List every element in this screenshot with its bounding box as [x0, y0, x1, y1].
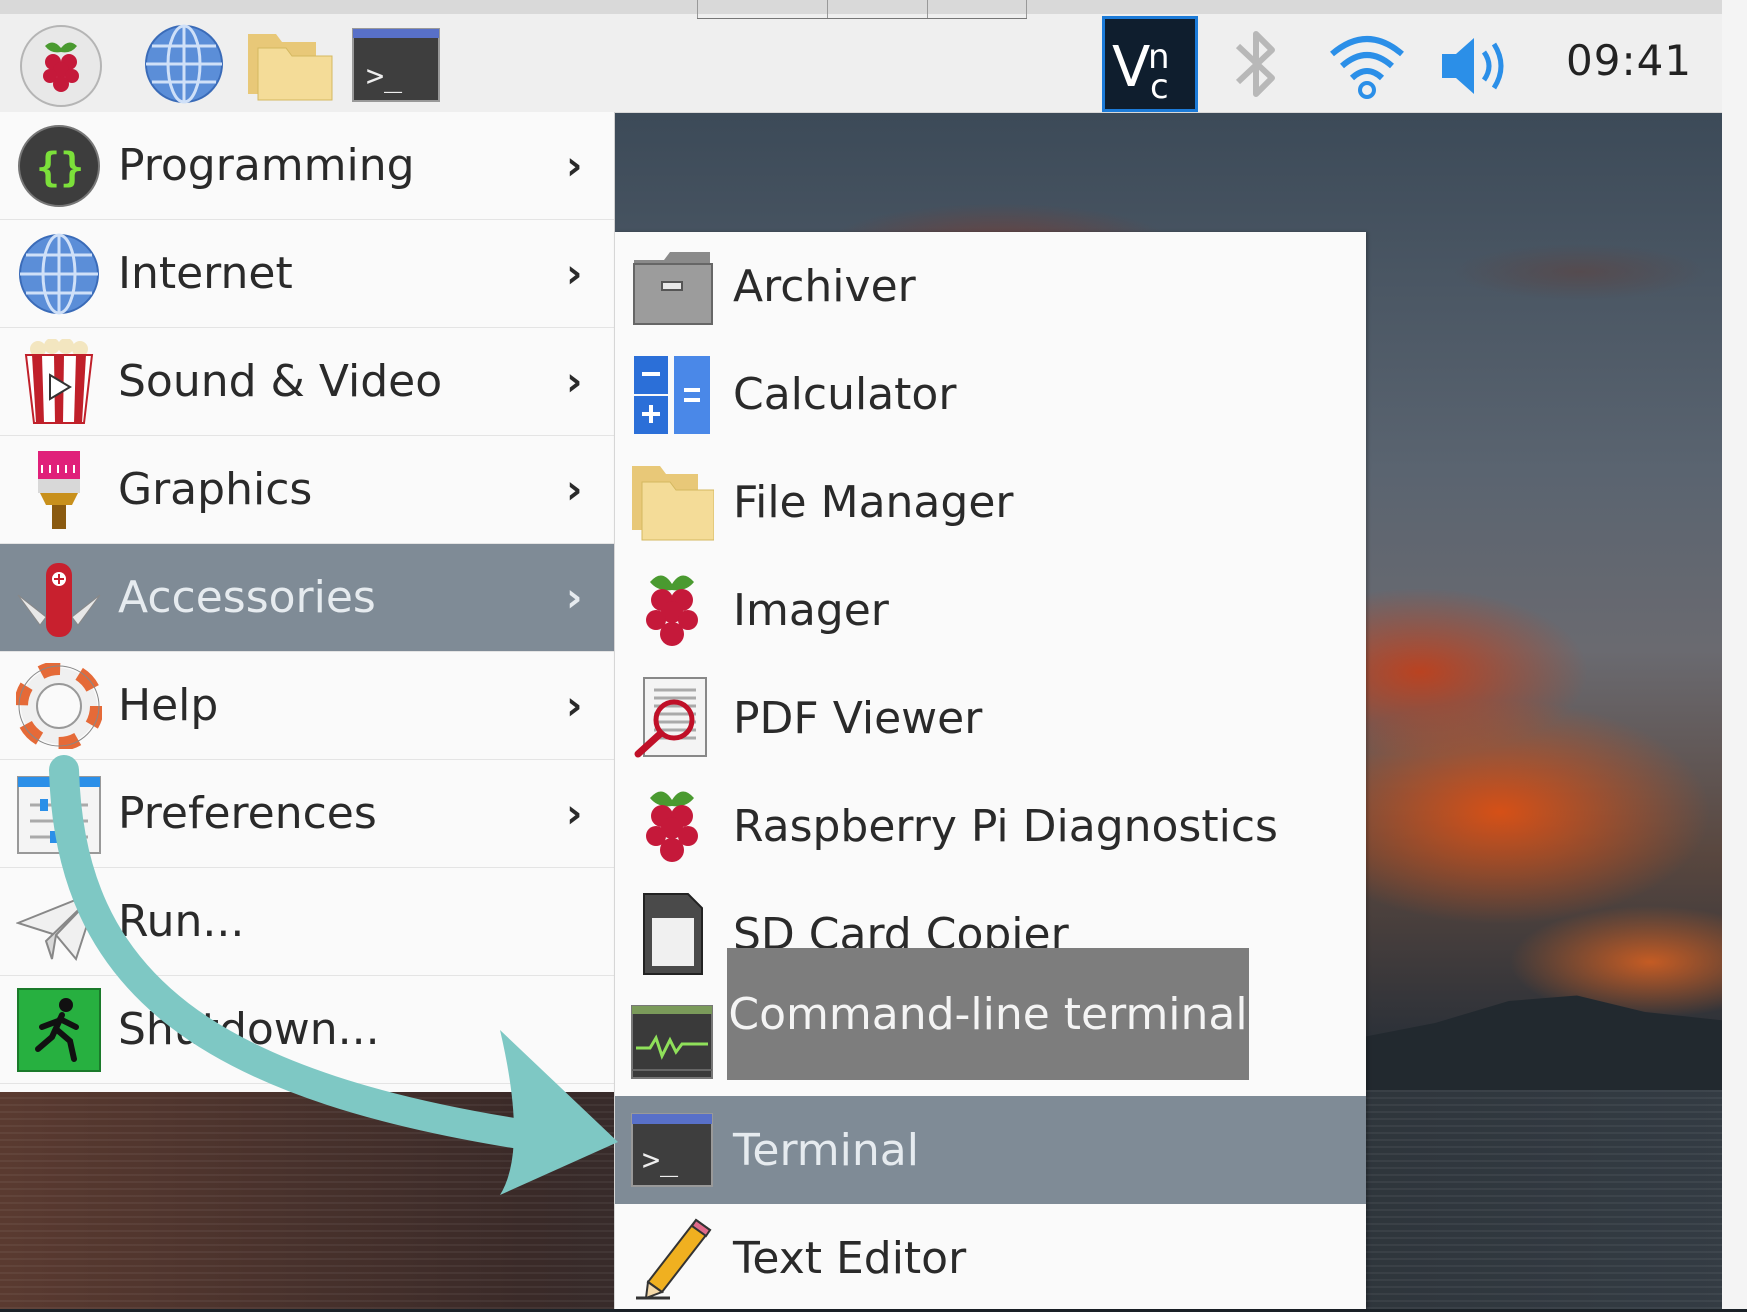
terminal-tooltip: Command-line terminal [727, 948, 1249, 1080]
submenu-item-archiver[interactable]: Archiver [615, 232, 1366, 340]
menu-item-label: Run... [118, 896, 245, 947]
menu-item-label: Programming [118, 140, 415, 191]
clock[interactable]: 09:41 [1566, 36, 1692, 85]
file-manager-icon [632, 466, 714, 541]
svg-text:{}: {} [36, 145, 84, 191]
main-menu: {} Programming › Internet › Sound & Vide… [0, 112, 615, 1092]
sound-video-icon [24, 338, 94, 424]
svg-text:>_: >_ [642, 1143, 679, 1178]
sd-card-icon [643, 893, 703, 975]
menu-item-internet[interactable]: Internet › [0, 220, 614, 328]
menu-item-label: Preferences [118, 788, 377, 839]
submenu-item-label: Archiver [733, 260, 916, 312]
run-icon [16, 888, 100, 961]
menu-item-label: Sound & Video [118, 356, 443, 407]
submenu-item-imager[interactable]: Imager [615, 556, 1366, 664]
task-manager-icon [631, 1005, 713, 1079]
submenu-item-calculator[interactable]: Calculator [615, 340, 1366, 448]
shutdown-icon [17, 987, 101, 1072]
accessories-icon [17, 562, 101, 637]
pdf-viewer-icon [634, 677, 707, 758]
menu-item-programming[interactable]: {} Programming › [0, 112, 614, 220]
svg-text:c: c [1150, 67, 1169, 104]
programming-icon: {} [18, 124, 100, 207]
accessories-submenu: Archiver Calculator File Manager Imager [614, 232, 1366, 1309]
raspberry-menu-icon[interactable] [16, 24, 106, 108]
screen-edge [1722, 0, 1747, 1309]
submenu-item-file-manager[interactable]: File Manager [615, 448, 1366, 556]
menu-item-label: Help [118, 680, 219, 731]
archiver-icon [633, 252, 713, 325]
menu-item-sound-video[interactable]: Sound & Video › [0, 328, 614, 436]
file-manager-icon[interactable] [246, 28, 334, 102]
help-icon [16, 662, 102, 749]
vnc-icon[interactable]: V n c [1102, 16, 1198, 112]
menu-item-label: Accessories [118, 572, 376, 623]
imager-icon [646, 575, 698, 646]
menu-item-help[interactable]: Help › [0, 652, 614, 760]
menu-item-accessories[interactable]: Accessories › [0, 544, 614, 652]
submenu-item-label: Terminal [733, 1124, 919, 1176]
submenu-item-terminal[interactable]: >_ Terminal [615, 1096, 1366, 1204]
volume-icon[interactable] [1438, 30, 1514, 102]
submenu-item-label: Raspberry Pi Diagnostics [733, 800, 1278, 852]
calculator-icon [634, 356, 710, 434]
submenu-item-label: PDF Viewer [733, 692, 983, 744]
menu-item-label: Shutdown... [118, 1004, 380, 1055]
chevron-right-icon: › [566, 250, 583, 297]
submenu-item-diagnostics[interactable]: Raspberry Pi Diagnostics [615, 772, 1366, 880]
chevron-right-icon: › [566, 574, 583, 621]
web-browser-icon[interactable] [142, 22, 226, 106]
panel-task-tabs [697, 0, 1027, 19]
terminal-icon[interactable]: >_ [352, 28, 440, 102]
svg-text:>_: >_ [366, 59, 403, 94]
terminal-icon: >_ [631, 1113, 713, 1187]
submenu-item-label: Imager [733, 584, 889, 636]
submenu-item-text-editor[interactable]: Text Editor [615, 1204, 1366, 1312]
chevron-right-icon: › [566, 358, 583, 405]
menu-item-shutdown[interactable]: Shutdown... [0, 976, 614, 1084]
svg-text:V: V [1112, 35, 1150, 100]
wifi-icon[interactable] [1328, 30, 1406, 102]
menu-item-preferences[interactable]: Preferences › [0, 760, 614, 868]
top-panel: >_ V n c 09:41 [0, 0, 1722, 113]
chevron-right-icon: › [566, 142, 583, 189]
submenu-item-label: Text Editor [733, 1232, 967, 1284]
submenu-item-pdf-viewer[interactable]: PDF Viewer [615, 664, 1366, 772]
chevron-right-icon: › [566, 466, 583, 513]
submenu-item-label: File Manager [733, 476, 1014, 528]
submenu-item-label: Calculator [733, 368, 957, 420]
menu-item-run[interactable]: Run... [0, 868, 614, 976]
internet-icon [19, 233, 99, 314]
menu-item-label: Internet [118, 248, 293, 299]
menu-item-label: Graphics [118, 464, 313, 515]
diagnostics-icon [646, 791, 698, 862]
preferences-icon [17, 775, 101, 854]
chevron-right-icon: › [566, 790, 583, 837]
graphics-icon [38, 450, 80, 529]
bluetooth-icon[interactable] [1228, 26, 1284, 102]
text-editor-icon [636, 1218, 712, 1300]
chevron-right-icon: › [566, 682, 583, 729]
menu-item-graphics[interactable]: Graphics › [0, 436, 614, 544]
